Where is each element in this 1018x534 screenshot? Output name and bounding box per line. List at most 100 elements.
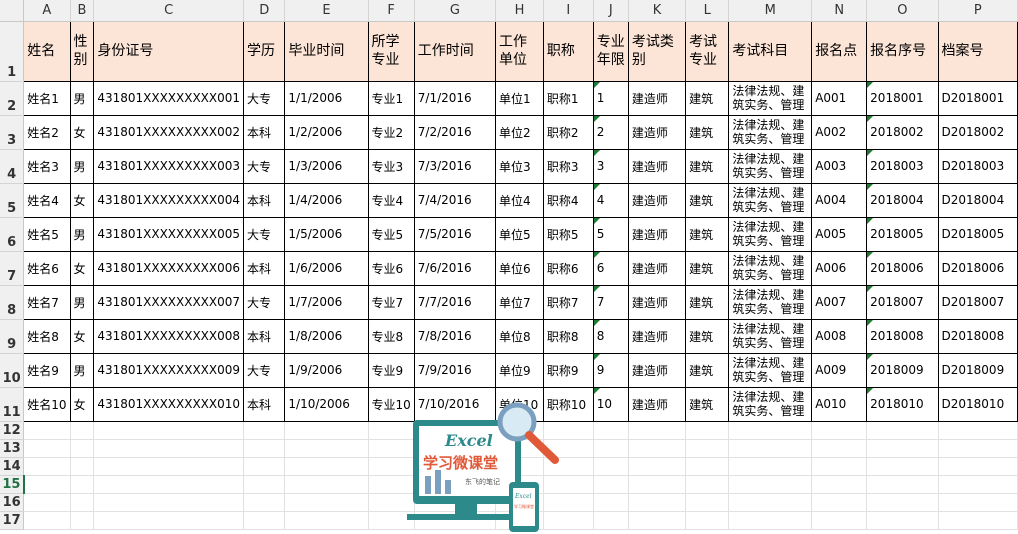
cell-J7[interactable]: 6	[592, 250, 629, 286]
cell-E11[interactable]: 1/10/2006	[284, 386, 369, 422]
cell-E10[interactable]: 1/9/2006	[284, 352, 369, 388]
cell-N9[interactable]: A008	[811, 318, 868, 354]
cell-L4[interactable]: 建筑	[685, 148, 730, 184]
cell-J12[interactable]	[593, 421, 629, 440]
column-header-E[interactable]: E	[284, 0, 369, 22]
cell-A12[interactable]	[23, 421, 71, 440]
cell-B4[interactable]: 男	[69, 148, 95, 184]
cell-M5[interactable]: 法律法规、建筑实务、管理	[728, 182, 813, 218]
cell-P2[interactable]: D2018001	[937, 80, 1018, 116]
cell-H9[interactable]: 单位8	[495, 318, 544, 354]
cell-D11[interactable]: 本科	[243, 386, 286, 422]
cell-P14[interactable]	[938, 457, 1018, 476]
header-cell-F[interactable]: 所学专业	[367, 20, 415, 82]
cell-L12[interactable]	[685, 421, 730, 440]
cell-N3[interactable]: A002	[811, 114, 868, 150]
cell-I4[interactable]: 职称3	[542, 148, 594, 184]
cell-C8[interactable]: 431801XXXXXXXXX007	[93, 284, 245, 320]
cell-O17[interactable]	[866, 511, 939, 530]
cell-A17[interactable]	[23, 511, 71, 530]
header-cell-D[interactable]: 学历	[243, 20, 286, 82]
cell-K12[interactable]	[628, 421, 687, 440]
column-header-N[interactable]: N	[811, 0, 868, 22]
header-cell-E[interactable]: 毕业时间	[284, 20, 369, 82]
cell-P5[interactable]: D2018004	[937, 182, 1018, 218]
cell-F7[interactable]: 专业6	[367, 250, 415, 286]
cell-O2[interactable]: 2018001	[866, 80, 939, 116]
cell-D6[interactable]: 大专	[243, 216, 286, 252]
cell-J9[interactable]: 8	[592, 318, 629, 354]
cell-J6[interactable]: 5	[592, 216, 629, 252]
cell-O10[interactable]: 2018009	[866, 352, 939, 388]
cell-F3[interactable]: 专业2	[367, 114, 415, 150]
cell-K16[interactable]	[628, 493, 687, 512]
cell-O8[interactable]: 2018007	[866, 284, 939, 320]
cell-K10[interactable]: 建造师	[627, 352, 687, 388]
header-cell-J[interactable]: 专业年限	[592, 20, 629, 82]
cell-P15[interactable]	[938, 475, 1018, 494]
header-cell-B[interactable]: 性别	[69, 20, 95, 82]
cell-O9[interactable]: 2018008	[866, 318, 939, 354]
cell-E7[interactable]: 1/6/2006	[284, 250, 369, 286]
cell-G9[interactable]: 7/8/2016	[413, 318, 497, 354]
cell-K6[interactable]: 建造师	[627, 216, 687, 252]
cell-D13[interactable]	[243, 439, 286, 458]
cell-J8[interactable]: 7	[592, 284, 629, 320]
cell-K5[interactable]: 建造师	[627, 182, 687, 218]
cell-F5[interactable]: 专业4	[367, 182, 415, 218]
header-cell-O[interactable]: 报名序号	[866, 20, 939, 82]
cell-J10[interactable]: 9	[592, 352, 629, 388]
cell-K13[interactable]	[628, 439, 687, 458]
cell-P16[interactable]	[938, 493, 1018, 512]
cell-M12[interactable]	[728, 421, 813, 440]
cell-N6[interactable]: A005	[811, 216, 868, 252]
cell-O4[interactable]: 2018003	[866, 148, 939, 184]
header-cell-M[interactable]: 考试科目	[728, 20, 813, 82]
row-header-9[interactable]: 9	[0, 319, 25, 354]
cell-K17[interactable]	[628, 511, 687, 530]
cell-O3[interactable]: 2018002	[866, 114, 939, 150]
cell-J16[interactable]	[593, 493, 629, 512]
cell-H10[interactable]: 单位9	[495, 352, 544, 388]
cell-N15[interactable]	[811, 475, 868, 494]
cell-C15[interactable]	[93, 475, 245, 494]
cell-E2[interactable]: 1/1/2006	[284, 80, 369, 116]
cell-F2[interactable]: 专业1	[367, 80, 415, 116]
cell-P10[interactable]: D2018009	[937, 352, 1018, 388]
cell-N4[interactable]: A003	[811, 148, 868, 184]
cell-I5[interactable]: 职称4	[542, 182, 594, 218]
cell-L5[interactable]: 建筑	[685, 182, 730, 218]
column-header-M[interactable]: M	[728, 0, 813, 22]
cell-E14[interactable]	[284, 457, 369, 476]
cell-N8[interactable]: A007	[811, 284, 868, 320]
cell-N5[interactable]: A004	[811, 182, 868, 218]
header-cell-P[interactable]: 档案号	[937, 20, 1018, 82]
cell-K14[interactable]	[628, 457, 687, 476]
cell-G6[interactable]: 7/5/2016	[413, 216, 497, 252]
cell-F10[interactable]: 专业9	[367, 352, 415, 388]
cell-E13[interactable]	[284, 439, 369, 458]
cell-E15[interactable]	[284, 475, 369, 494]
row-header-12[interactable]: 12	[0, 421, 25, 440]
cell-J17[interactable]	[593, 511, 629, 530]
cell-I9[interactable]: 职称8	[542, 318, 594, 354]
column-header-A[interactable]: A	[23, 0, 71, 22]
cell-M6[interactable]: 法律法规、建筑实务、管理	[728, 216, 813, 252]
cell-D7[interactable]: 本科	[243, 250, 286, 286]
cell-K11[interactable]: 建造师	[627, 386, 687, 422]
cell-P13[interactable]	[938, 439, 1018, 458]
row-header-4[interactable]: 4	[0, 149, 25, 184]
cell-P17[interactable]	[938, 511, 1018, 530]
cell-D10[interactable]: 大专	[243, 352, 286, 388]
cell-N13[interactable]	[811, 439, 868, 458]
cell-P6[interactable]: D2018005	[937, 216, 1018, 252]
cell-K9[interactable]: 建造师	[627, 318, 687, 354]
cell-A5[interactable]: 姓名4	[23, 182, 71, 218]
cell-B13[interactable]	[70, 439, 95, 458]
cell-J13[interactable]	[593, 439, 629, 458]
cell-B9[interactable]: 女	[69, 318, 95, 354]
cell-L8[interactable]: 建筑	[685, 284, 730, 320]
cell-E5[interactable]: 1/4/2006	[284, 182, 369, 218]
cell-K7[interactable]: 建造师	[627, 250, 687, 286]
cell-E3[interactable]: 1/2/2006	[284, 114, 369, 150]
